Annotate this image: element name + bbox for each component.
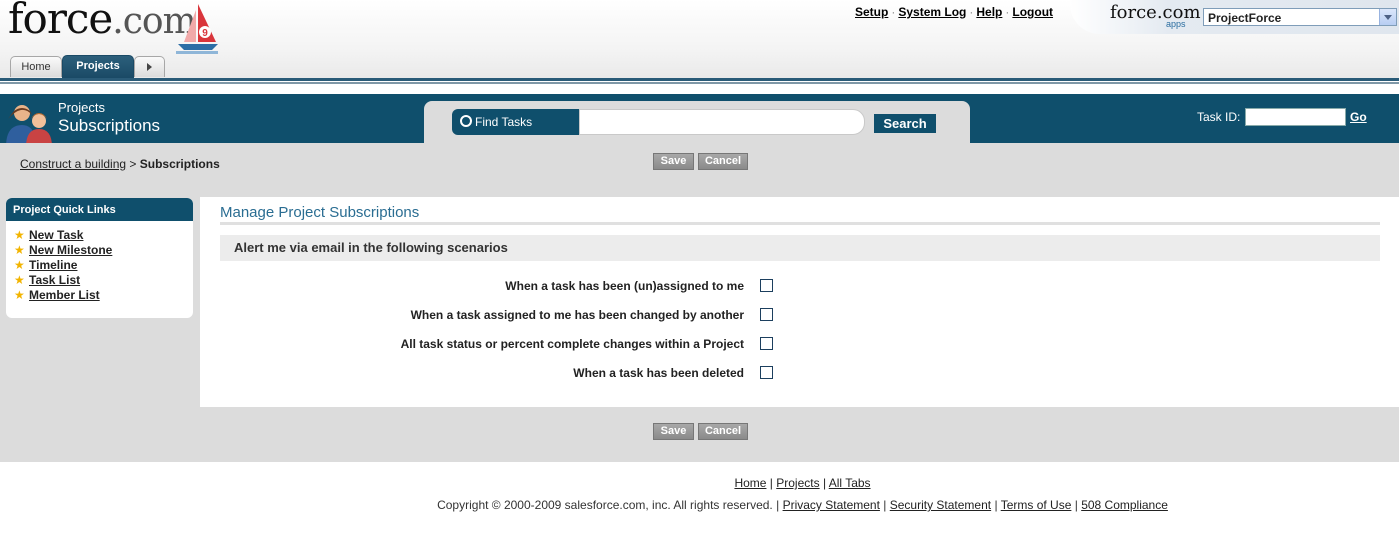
search-icon xyxy=(460,115,472,127)
chevron-right-icon xyxy=(147,63,152,72)
star-icon: ★ xyxy=(14,273,25,287)
main-content xyxy=(200,197,1399,407)
option-checkbox-deleted[interactable] xyxy=(760,366,773,379)
app-select[interactable]: ProjectForce xyxy=(1203,8,1397,26)
task-id-label: Task ID: xyxy=(1197,110,1241,124)
star-icon: ★ xyxy=(14,258,25,272)
dropdown-arrow-icon xyxy=(1379,9,1396,25)
quick-link-new-milestone[interactable]: ★ New Milestone xyxy=(6,243,193,258)
save-button-top[interactable]: Save xyxy=(653,153,694,170)
section-header: Alert me via email in the following scen… xyxy=(220,235,1380,261)
option-label: When a task has been (un)assigned to me xyxy=(505,279,744,293)
star-icon: ★ xyxy=(14,228,25,242)
top-links: Setup · System Log · Help · Logout xyxy=(855,5,1054,19)
cancel-button-top[interactable]: Cancel xyxy=(698,153,748,170)
star-icon: ★ xyxy=(14,288,25,302)
option-checkbox-unassigned[interactable] xyxy=(760,279,773,292)
sailboat-icon: 9 xyxy=(176,4,218,54)
footer-link-projects[interactable]: Projects xyxy=(776,476,819,490)
breadcrumb-current: Subscriptions xyxy=(139,157,220,171)
security-link[interactable]: Security Statement xyxy=(890,498,991,512)
header-rule xyxy=(0,78,1399,81)
option-checkbox-status-changes[interactable] xyxy=(760,337,773,350)
quick-link-timeline[interactable]: ★ Timeline xyxy=(6,258,193,273)
compliance-link[interactable]: 508 Compliance xyxy=(1081,498,1168,512)
tab-home[interactable]: Home xyxy=(10,56,62,77)
cancel-button-bottom[interactable]: Cancel xyxy=(698,423,748,440)
quick-link-member-list[interactable]: ★ Member List xyxy=(6,288,193,303)
go-button[interactable]: Go xyxy=(1350,110,1367,124)
tab-more[interactable] xyxy=(134,56,165,77)
system-log-link[interactable]: System Log xyxy=(898,5,966,19)
people-icon xyxy=(6,105,52,147)
breadcrumb-link-project[interactable]: Construct a building xyxy=(20,157,126,171)
help-link[interactable]: Help xyxy=(976,5,1002,19)
setup-link[interactable]: Setup xyxy=(855,5,888,19)
section-title-small: Projects xyxy=(58,100,105,115)
option-label: All task status or percent complete chan… xyxy=(400,337,744,351)
search-button[interactable]: Search xyxy=(874,114,936,133)
option-label: When a task has been deleted xyxy=(573,366,744,380)
task-id-input[interactable] xyxy=(1245,108,1346,126)
main-title: Manage Project Subscriptions xyxy=(220,204,420,221)
search-input[interactable] xyxy=(579,109,865,135)
force-apps-logo: force.com apps xyxy=(1110,2,1201,29)
footer-link-home[interactable]: Home xyxy=(734,476,766,490)
breadcrumb: Construct a building > Subscriptions xyxy=(20,157,220,171)
quick-link-task-list[interactable]: ★ Task List xyxy=(6,273,193,288)
logout-link[interactable]: Logout xyxy=(1012,5,1053,19)
tab-projects[interactable]: Projects xyxy=(62,55,134,78)
privacy-link[interactable]: Privacy Statement xyxy=(783,498,880,512)
header-rule-light xyxy=(0,82,1399,84)
quick-link-new-task[interactable]: ★ New Task xyxy=(6,228,193,243)
star-icon: ★ xyxy=(14,243,25,257)
svg-text:9: 9 xyxy=(202,28,208,39)
footer-nav: Home | Projects | All Tabs xyxy=(734,476,871,490)
quick-links-panel: Project Quick Links ★ New Task ★ New Miles… xyxy=(6,198,193,318)
option-checkbox-changed[interactable] xyxy=(760,308,773,321)
find-tasks-label: Find Tasks xyxy=(452,109,580,135)
quick-links-title: Project Quick Links xyxy=(6,198,193,221)
save-button-bottom[interactable]: Save xyxy=(653,423,694,440)
footer-link-all-tabs[interactable]: All Tabs xyxy=(829,476,871,490)
option-label: When a task assigned to me has been chan… xyxy=(410,308,744,322)
title-divider xyxy=(220,222,1380,225)
copyright-text: Copyright © 2000-2009 salesforce.com, in… xyxy=(437,498,780,512)
app-switcher: force.com apps ProjectForce xyxy=(1070,0,1399,34)
footer-legal: Copyright © 2000-2009 salesforce.com, in… xyxy=(437,498,1168,512)
terms-link[interactable]: Terms of Use xyxy=(1001,498,1072,512)
page-title: Subscriptions xyxy=(58,116,161,135)
